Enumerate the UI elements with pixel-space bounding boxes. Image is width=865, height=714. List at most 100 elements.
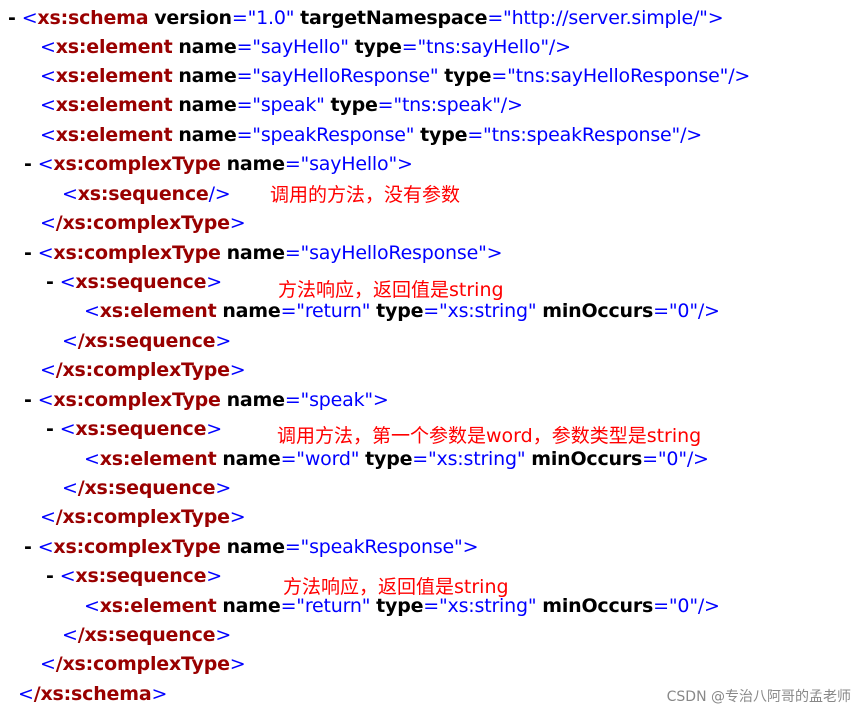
collapse-toggle[interactable]: -: [46, 271, 54, 293]
collapse-toggle[interactable]: -: [24, 153, 32, 175]
attribute-equals: =": [653, 595, 678, 617]
attribute-quote: ": [316, 94, 325, 116]
tag-close-bracket: />: [548, 36, 571, 58]
attribute-equals: =": [412, 448, 437, 470]
attribute-equals: =": [236, 36, 261, 58]
attribute-quote: ": [405, 124, 415, 146]
attribute-equals: =": [642, 448, 667, 470]
collapse-toggle[interactable]: -: [24, 242, 32, 264]
tag-close-bracket: >: [206, 418, 223, 440]
tag-close-bracket: >: [215, 624, 232, 646]
tag-open-bracket: <: [40, 65, 56, 87]
attribute-value: tns:sayHello: [426, 36, 541, 58]
tag-open-bracket: <: [59, 565, 76, 587]
tag-open-bracket: <: [37, 536, 54, 558]
attribute-name: type: [444, 65, 492, 87]
collapse-toggle[interactable]: -: [8, 7, 16, 29]
collapse-toggle[interactable]: -: [46, 565, 54, 587]
xml-line: </xs:complexType>: [40, 650, 246, 679]
attribute-value: xs:string: [436, 448, 517, 470]
tag-close-bracket: >: [396, 153, 413, 175]
attribute-equals: =": [231, 7, 257, 29]
collapse-toggle[interactable]: -: [46, 418, 54, 440]
attribute-quote: ": [516, 448, 526, 470]
tag-name: xs:complexType: [53, 389, 221, 411]
attribute-equals: =": [487, 7, 512, 29]
xml-line[interactable]: - <xs:complexType name="sayHelloResponse"…: [24, 239, 503, 268]
xml-line: </xs:complexType>: [40, 209, 246, 238]
attribute-name: name: [226, 242, 285, 264]
annotation-speak-response: 方法响应，返回值是string: [283, 576, 509, 598]
attribute-value: speakResponse: [260, 124, 406, 146]
attribute-quote: ": [689, 300, 698, 322]
xml-line: <xs:sequence/>: [62, 180, 231, 209]
tag-open-bracket: <: [59, 418, 76, 440]
attribute-value: 1.0: [256, 7, 286, 29]
attribute-name: type: [330, 94, 378, 116]
attribute-name: name: [222, 300, 281, 322]
tag-name: xs:element: [55, 124, 173, 146]
tag-close-bracket: />: [500, 94, 523, 116]
collapse-toggle[interactable]: -: [24, 389, 32, 411]
attribute-name: minOccurs: [531, 448, 643, 470]
xml-viewer: - <xs:schema version="1.0" targetNamespac…: [0, 0, 865, 714]
tag-open-bracket: <: [62, 624, 78, 646]
tag-open-bracket: <: [84, 595, 100, 617]
tag-open-bracket: <: [37, 389, 54, 411]
attribute-quote: ": [671, 124, 681, 146]
xml-line: </xs:schema>: [18, 680, 167, 709]
xml-line: <xs:element name="speakResponse" type="t…: [40, 121, 702, 150]
attribute-quote: ": [527, 595, 537, 617]
xml-line[interactable]: - <xs:complexType name="speakResponse">: [24, 533, 479, 562]
attribute-equals: =": [377, 94, 402, 116]
attribute-equals: =": [236, 65, 261, 87]
annotation-say-hello: 调用的方法，没有参数: [270, 184, 461, 206]
xml-line[interactable]: - <xs:complexType name="sayHello">: [24, 150, 413, 179]
xml-line[interactable]: - <xs:sequence>: [46, 562, 222, 591]
xml-line: </xs:complexType>: [40, 356, 246, 385]
attribute-name: minOccurs: [542, 300, 654, 322]
tag-close-bracket: >: [206, 271, 223, 293]
attribute-quote: ": [678, 448, 687, 470]
xml-line[interactable]: - <xs:schema version="1.0" targetNamespac…: [8, 4, 724, 33]
tag-close-bracket: >: [707, 7, 724, 29]
attribute-value: sayHelloResponse: [309, 242, 479, 264]
attribute-equals: =": [280, 448, 305, 470]
attribute-quote: ": [388, 153, 397, 175]
attribute-name: name: [178, 36, 237, 58]
xml-line[interactable]: - <xs:complexType name="speak">: [24, 386, 389, 415]
attribute-equals: =": [653, 300, 678, 322]
attribute-quote: ": [689, 595, 698, 617]
tag-name: /xs:complexType: [55, 359, 230, 381]
attribute-value: sayHello: [260, 36, 341, 58]
attribute-name: name: [226, 389, 285, 411]
attribute-quote: ": [527, 300, 537, 322]
attribute-value: speak: [260, 94, 317, 116]
tag-open-bracket: <: [62, 477, 78, 499]
attribute-name: name: [178, 124, 237, 146]
attribute-name: version: [154, 7, 232, 29]
tag-name: xs:complexType: [53, 153, 221, 175]
attribute-equals: =": [236, 94, 261, 116]
attribute-value: speakResponse: [309, 536, 455, 558]
tag-open-bracket: <: [37, 242, 54, 264]
attribute-value: 0: [677, 300, 690, 322]
attribute-quote: ": [285, 7, 295, 29]
tag-close-bracket: >: [229, 212, 246, 234]
attribute-name: name: [222, 595, 281, 617]
tag-open-bracket: <: [84, 300, 100, 322]
tag-open-bracket: <: [62, 183, 78, 205]
tag-open-bracket: <: [21, 7, 38, 29]
xml-line[interactable]: - <xs:sequence>: [46, 268, 222, 297]
xml-line[interactable]: - <xs:sequence>: [46, 415, 222, 444]
tag-name: /xs:complexType: [55, 506, 230, 528]
tag-name: xs:element: [55, 65, 173, 87]
attribute-name: name: [226, 153, 285, 175]
tag-close-bracket: >: [229, 359, 246, 381]
tag-close-bracket: >: [372, 389, 389, 411]
tag-name: /xs:sequence: [77, 624, 216, 646]
attribute-equals: =": [284, 389, 310, 411]
tag-close-bracket: />: [728, 65, 751, 87]
attribute-name: name: [222, 448, 281, 470]
collapse-toggle[interactable]: -: [24, 536, 32, 558]
